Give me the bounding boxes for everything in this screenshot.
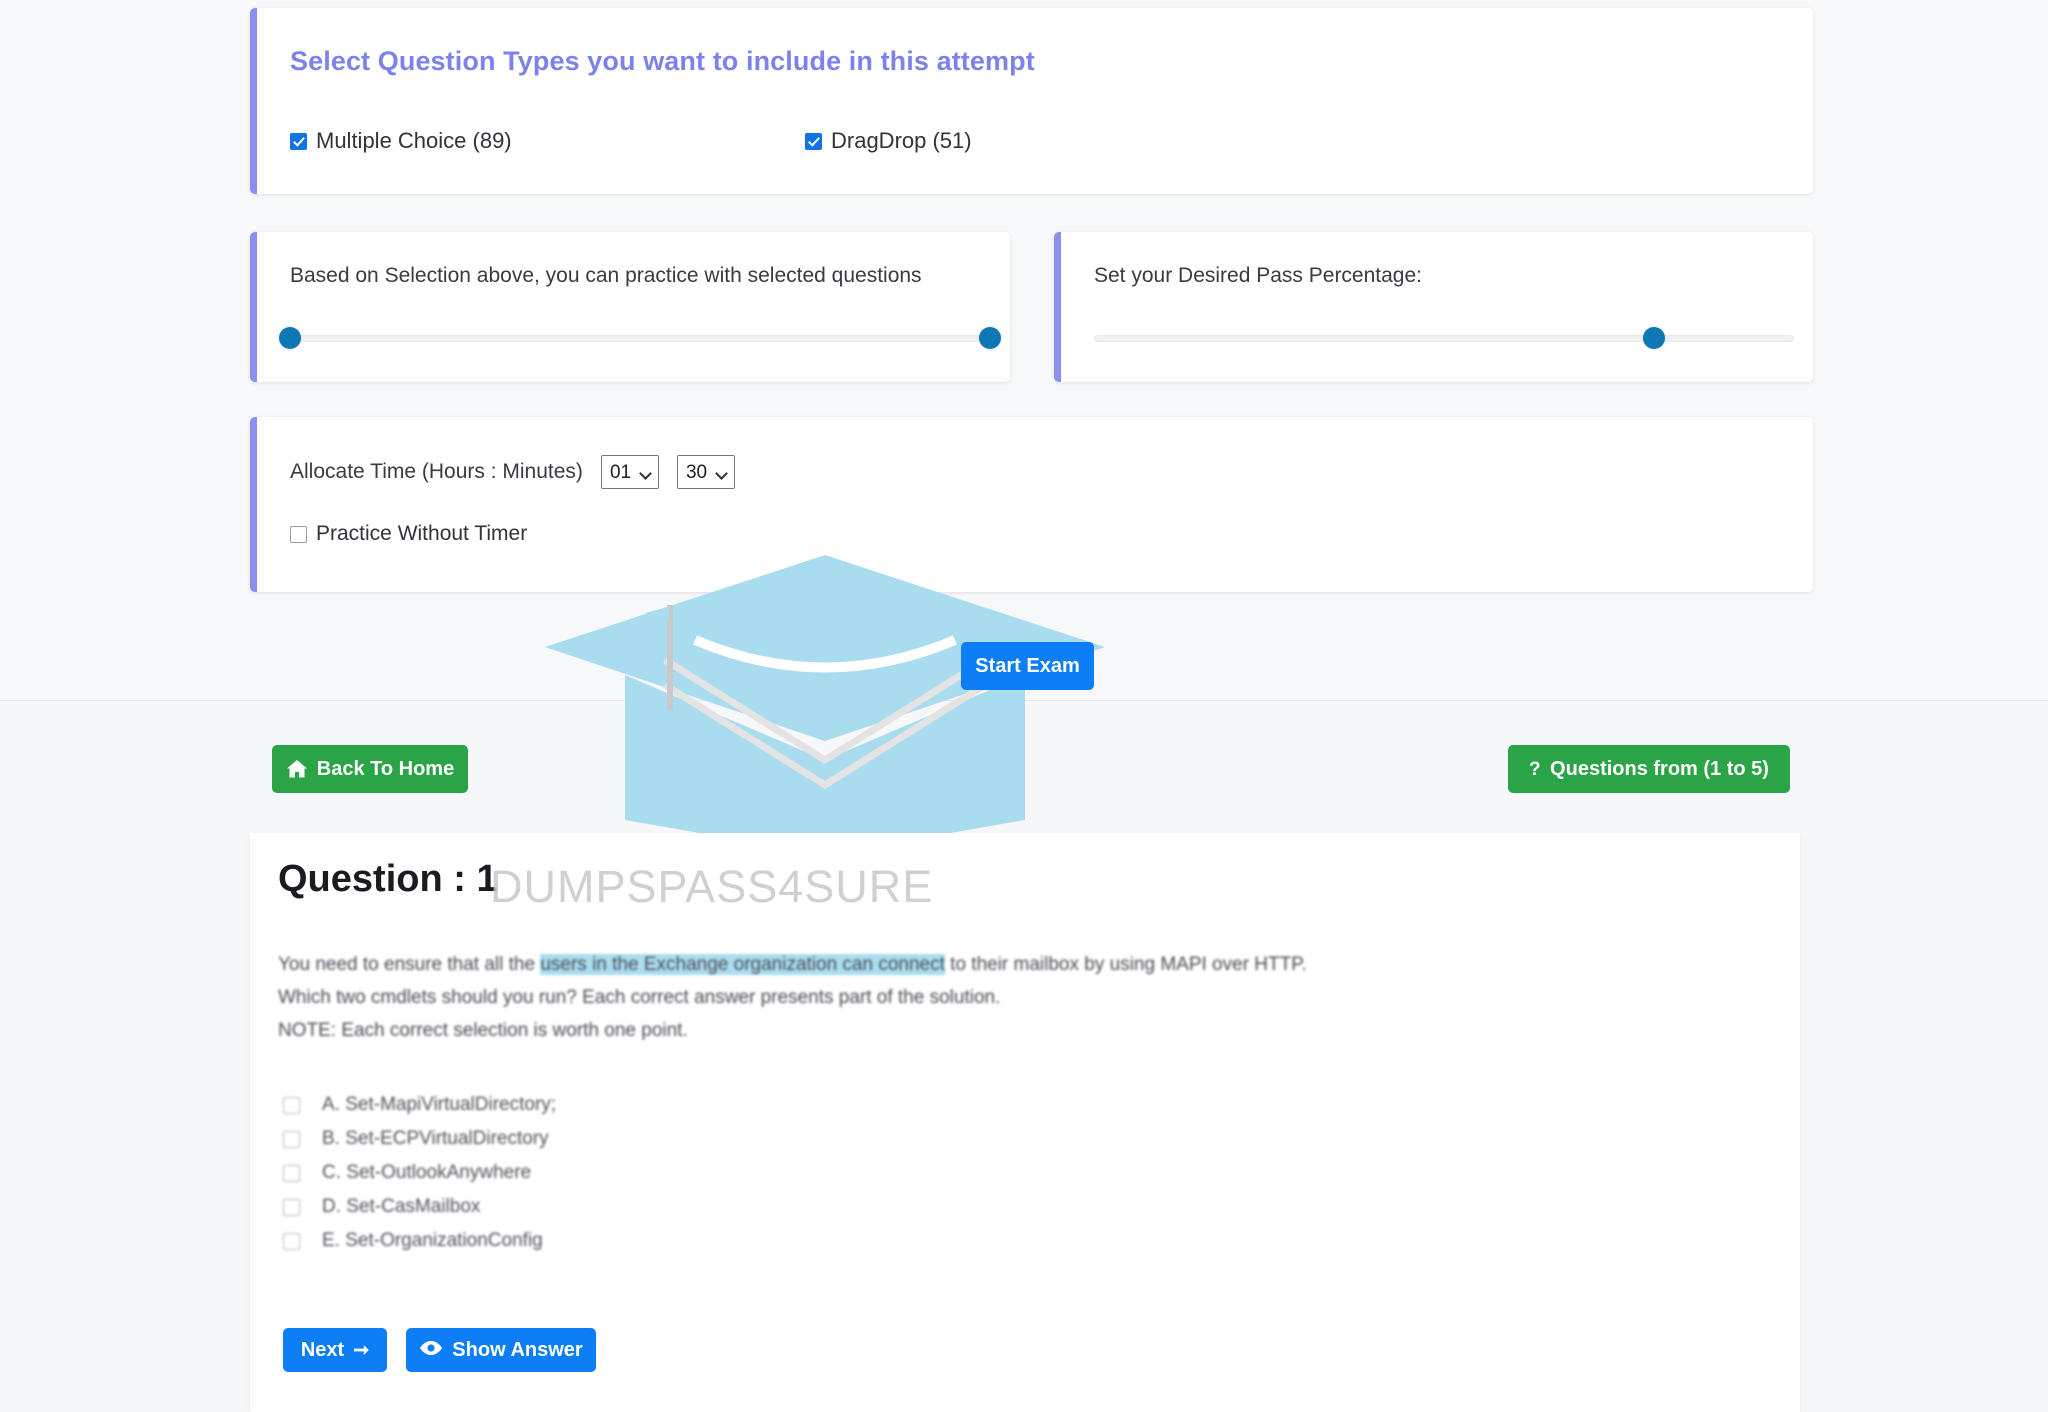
questions-from-label: Questions from (1 to 5) xyxy=(1550,757,1769,780)
dragdrop-label: DragDrop (51) xyxy=(831,128,972,153)
answer-option-label: A. Set-MapiVirtualDirectory; xyxy=(322,1094,557,1115)
question-types-options: Multiple Choice (89) DragDrop (51) xyxy=(257,128,1813,158)
pass-percentage-track[interactable] xyxy=(1094,335,1794,342)
allocate-time-card: Allocate Time (Hours : Minutes) 01 30 Pr… xyxy=(250,417,1813,592)
svg-text:?: ? xyxy=(1529,759,1541,779)
back-to-home-label: Back To Home xyxy=(316,757,455,780)
question-mark-icon: ? xyxy=(1529,759,1541,779)
question-number-title: Question : 1 xyxy=(278,858,498,900)
start-exam-button[interactable]: Start Exam xyxy=(961,642,1094,690)
home-icon xyxy=(286,759,308,779)
answer-option[interactable]: B. Set-ECPVirtualDirectory xyxy=(278,1122,1178,1156)
question-stem-line-3: NOTE: Each correct selection is worth on… xyxy=(278,1020,688,1041)
dragdrop-checkbox[interactable] xyxy=(805,132,822,150)
stem-segment: You need to ensure that all the xyxy=(278,954,541,975)
stem-segment: to their mailbox by using MAPI over HTTP… xyxy=(944,954,1307,975)
answer-option-label: D. Set-CasMailbox xyxy=(322,1196,481,1217)
answer-option-checkbox[interactable] xyxy=(283,1232,300,1250)
question-range-track[interactable] xyxy=(290,335,990,342)
question-actions: Next ➞ Show Answer xyxy=(283,1328,596,1372)
question-stem: You need to ensure that all the users in… xyxy=(278,948,1678,1047)
question-card: Question : 1 DUMPSPASS4SURE You need to … xyxy=(250,833,1800,1412)
question-range-card: Based on Selection above, you can practi… xyxy=(250,232,1010,382)
answer-option[interactable]: C. Set-OutlookAnywhere xyxy=(278,1156,1178,1190)
answer-option[interactable]: A. Set-MapiVirtualDirectory; xyxy=(278,1088,1178,1122)
practice-without-timer-label: Practice Without Timer xyxy=(316,522,528,545)
question-types-card: Select Question Types you want to includ… xyxy=(250,8,1813,194)
pass-percentage-label: Set your Desired Pass Percentage: xyxy=(1094,264,1423,287)
brand-watermark-text: DUMPSPASS4SURE xyxy=(490,861,934,912)
next-label: Next xyxy=(300,1338,345,1361)
question-types-title: Select Question Types you want to includ… xyxy=(290,46,1035,76)
answer-option-checkbox[interactable] xyxy=(283,1164,300,1182)
question-stem-line-1: You need to ensure that all the users in… xyxy=(278,948,1678,981)
stem-segment-highlighted: users in the Exchange organization can c… xyxy=(540,954,945,975)
eye-icon xyxy=(419,1339,443,1362)
hours-select[interactable]: 01 xyxy=(600,455,659,489)
arrow-right-icon: ➞ xyxy=(353,1339,370,1361)
answer-option-label: C. Set-OutlookAnywhere xyxy=(322,1162,532,1183)
question-stem-line-2: Which two cmdlets should you run? Each c… xyxy=(278,987,1001,1008)
answer-option[interactable]: E. Set-OrganizationConfig xyxy=(278,1224,1178,1258)
question-range-thumb-min[interactable] xyxy=(279,327,301,349)
show-answer-button[interactable]: Show Answer xyxy=(406,1328,596,1372)
hours-select-wrapper[interactable]: 01 xyxy=(600,455,659,489)
exam-configuration-region: Select Question Types you want to includ… xyxy=(0,0,2048,700)
answer-option-label: B. Set-ECPVirtualDirectory xyxy=(322,1128,549,1149)
answer-option-checkbox[interactable] xyxy=(283,1130,300,1148)
practice-without-timer-checkbox[interactable] xyxy=(290,525,307,543)
pass-percentage-thumb[interactable] xyxy=(1643,327,1665,349)
pass-percentage-slider[interactable] xyxy=(1094,327,1794,349)
minutes-select-wrapper[interactable]: 30 xyxy=(676,455,735,489)
question-type-dragdrop[interactable]: DragDrop (51) xyxy=(805,128,972,154)
answer-option[interactable]: D. Set-CasMailbox xyxy=(278,1190,1178,1224)
question-range-slider[interactable] xyxy=(279,327,1001,349)
answer-options-list: A. Set-MapiVirtualDirectory; B. Set-ECPV… xyxy=(278,1088,1178,1258)
pass-percentage-card: Set your Desired Pass Percentage: xyxy=(1054,232,1813,382)
next-question-button[interactable]: Next ➞ xyxy=(283,1328,387,1372)
answer-option-label: E. Set-OrganizationConfig xyxy=(322,1230,543,1251)
minutes-select[interactable]: 30 xyxy=(676,455,735,489)
question-type-multiple-choice[interactable]: Multiple Choice (89) xyxy=(290,128,512,154)
allocate-time-label: Allocate Time (Hours : Minutes) xyxy=(290,460,583,483)
question-range-thumb-max[interactable] xyxy=(979,327,1001,349)
multiple-choice-checkbox[interactable] xyxy=(290,132,307,150)
allocate-time-row: Allocate Time (Hours : Minutes) 01 30 xyxy=(290,455,735,489)
show-answer-label: Show Answer xyxy=(452,1338,583,1361)
back-to-home-button[interactable]: Back To Home xyxy=(272,745,468,793)
answer-option-checkbox[interactable] xyxy=(283,1198,300,1216)
multiple-choice-label: Multiple Choice (89) xyxy=(316,128,512,153)
practice-without-timer-option[interactable]: Practice Without Timer xyxy=(290,522,527,546)
questions-from-button[interactable]: ? Questions from (1 to 5) xyxy=(1508,745,1790,793)
answer-option-checkbox[interactable] xyxy=(283,1096,300,1114)
question-range-label: Based on Selection above, you can practi… xyxy=(290,264,922,287)
